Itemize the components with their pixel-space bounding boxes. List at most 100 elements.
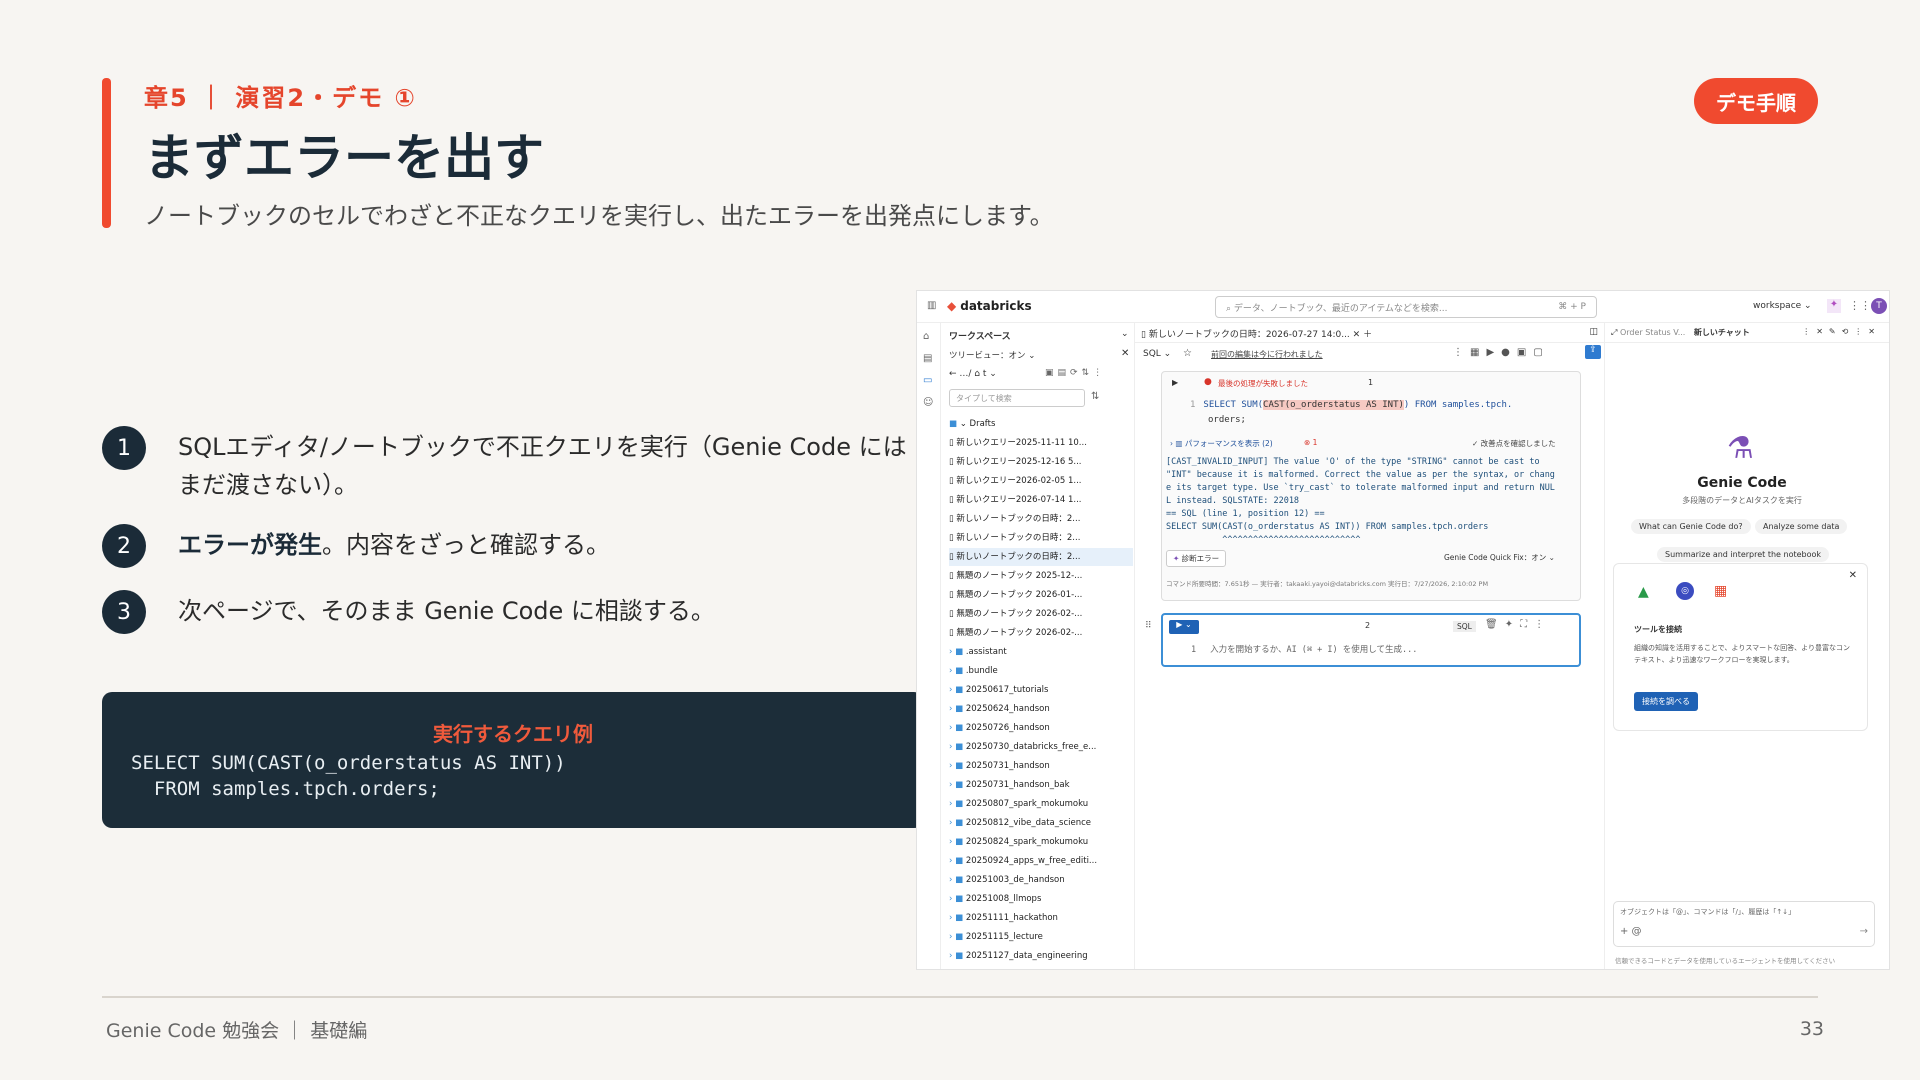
cell-toolbar-icons[interactable]: 🗑✦⛶⋮ <box>1485 619 1551 630</box>
tree-file[interactable]: ▯ 新しいノートブックの日時：2... <box>949 548 1133 566</box>
genie-tab-2[interactable]: 新しいチャット <box>1694 328 1750 337</box>
diagnose-error-button[interactable]: ✦ 診断エラー <box>1166 550 1227 567</box>
run-cell-button[interactable]: ▶ ⌄ <box>1169 620 1199 634</box>
run-cell-icon[interactable]: ▶ <box>1172 378 1178 387</box>
tree-file[interactable]: ▯ 新しいクエリー2025-12-16 5... <box>949 453 1133 471</box>
tree-folder[interactable]: › ■ 20251003_de_handson <box>949 871 1133 889</box>
close-icon[interactable]: ✕ <box>1121 348 1129 359</box>
notebook-cell-1[interactable]: ▶ ● 最後の処理が失敗しました 1 1 SELECT SUM(CAST(o_or… <box>1161 371 1581 601</box>
tree-file[interactable]: ▯ 無題のノートブック 2026-02-... <box>949 605 1133 623</box>
quickfix-toggle[interactable]: Genie Code Quick Fix：オン ⌄ <box>1444 552 1555 563</box>
sidebar-toggle-icon[interactable]: ▥ <box>927 300 936 311</box>
share-icon[interactable]: ⇪ <box>1585 345 1601 359</box>
suggestion-chip[interactable]: What can Genie Code do? <box>1631 519 1751 534</box>
genie-tab-1[interactable]: Order Status V... <box>1620 328 1685 337</box>
filter-settings-icon[interactable]: ⇅ <box>1091 391 1099 402</box>
step-number: 2 <box>102 524 146 568</box>
explore-connections-button[interactable]: 接続を調べる <box>1634 692 1698 711</box>
split-view-icon[interactable]: ◫ <box>1589 327 1598 337</box>
connect-description: 組織の知識を活用することで、よりスマートな回答、より豊富なコンテキスト、より迅速… <box>1634 644 1851 664</box>
genie-tab-icons[interactable]: ⋮✕✎⟲⋮✕ <box>1802 327 1881 336</box>
folder-icon: › ■ <box>949 913 966 923</box>
tree-view-toggle[interactable]: ツリービュー：オン ⌄ <box>949 349 1035 361</box>
tree-folder[interactable]: › ■ .assistant <box>949 643 1133 661</box>
tree-folder[interactable]: ■ ⌄ Drafts <box>949 415 1133 433</box>
folder-icon: › ■ <box>949 666 966 676</box>
genie-chat-input[interactable]: オブジェクトは「@」、コマンドは「/」、履歴は「↑↓」 + @ → <box>1613 901 1875 947</box>
send-icon[interactable]: → <box>1860 926 1868 937</box>
folder-icon: ■ <box>949 419 960 429</box>
tree-item-label: .bundle <box>965 666 998 676</box>
notebook-toolbar-icons[interactable]: ⋮▦▶●▣▢ <box>1453 347 1550 358</box>
cell-input[interactable]: 1 入力を開始するか、AI (⌘ + I) を使用して生成... <box>1191 643 1417 655</box>
tree-item-label: 20250924_apps_w_free_editi... <box>965 856 1098 866</box>
folder-icon: › ■ <box>949 894 966 904</box>
cell-language[interactable]: SQL <box>1453 621 1476 632</box>
drag-handle-icon[interactable]: ⠿ <box>1145 621 1152 631</box>
search-placeholder: データ、ノートブック、最近のアイテムなどを検索... <box>1233 304 1448 314</box>
tree-folder[interactable]: › ■ 20251127_data_engineering <box>949 947 1133 965</box>
performance-toggle[interactable]: › ▥ パフォーマンスを表示 (2) <box>1170 438 1273 449</box>
tree-folder[interactable]: › ■ 20250731_handson_bak <box>949 776 1133 794</box>
tree-item-label: 20251115_lecture <box>965 932 1043 942</box>
tree-file[interactable]: ▯ 新しいクエリー2026-02-05 1... <box>949 472 1133 490</box>
tree-folder[interactable]: › ■ 20250617_tutorials <box>949 681 1133 699</box>
step-text: SQLエディタ/ノートブックで不正クエリを実行（Genie Code にはまだ渡… <box>178 433 907 499</box>
notebook-tab[interactable]: 新しいノートブックの日時：2026-07-27 14:0... <box>1149 330 1350 340</box>
expand-icon[interactable]: ⤢ <box>1611 328 1620 337</box>
panel-icon[interactable]: ▤ <box>923 353 935 365</box>
tree-folder[interactable]: › ■ 20250624_handson <box>949 700 1133 718</box>
tree-file[interactable]: ▯ 新しいノートブックの日時：2... <box>949 510 1133 528</box>
tree-file[interactable]: ▯ 新しいクエリー2026-07-14 1... <box>949 491 1133 509</box>
tree-file[interactable]: ▯ 新しいノートブックの日時：2... <box>949 529 1133 547</box>
people-icon[interactable]: ☺ <box>923 397 935 409</box>
chevron-down-icon[interactable]: ⌄ <box>1121 329 1129 339</box>
close-icon[interactable]: ✕ <box>1849 570 1857 581</box>
workspace-folder-icon[interactable]: ▭ <box>923 375 935 387</box>
toolbar-icons[interactable]: ▣▤⟳⇅⋮ <box>1045 368 1106 378</box>
tree-folder[interactable]: › ■ 20250824_spark_mokumoku <box>949 833 1133 851</box>
last-edit-link[interactable]: 前回の編集は今に行われました <box>1211 349 1323 360</box>
cell-code[interactable]: 1 SELECT SUM(CAST(o_orderstatus AS INT)) … <box>1190 398 1512 428</box>
tree-file[interactable]: ▯ 無題のノートブック 2025-12-... <box>949 567 1133 585</box>
databricks-logo[interactable]: ◆ databricks <box>947 299 1032 313</box>
cell-number: 1 <box>1368 378 1374 387</box>
close-tab-icon[interactable]: ✕ <box>1353 330 1363 340</box>
tree-folder[interactable]: › ■ 20251111_hackathon <box>949 909 1133 927</box>
global-search-input[interactable]: ⌕ データ、ノートブック、最近のアイテムなどを検索... ⌘ + P <box>1215 296 1597 318</box>
tree-item-label: 無題のノートブック 2025-12-... <box>956 571 1083 581</box>
tree-folder[interactable]: › ■ .bundle <box>949 662 1133 680</box>
notebook-cell-2[interactable]: ▶ ⌄ 2 SQL 🗑✦⛶⋮ 1 入力を開始するか、AI (⌘ + I) を使用し… <box>1161 613 1581 667</box>
tree-folder[interactable]: › ■ 20250730_databricks_free_e... <box>949 738 1133 756</box>
attach-mention-icons[interactable]: + @ <box>1620 926 1642 937</box>
workspace-panel-title: ワークスペース <box>949 332 1011 342</box>
databricks-screenshot: ▥ ◆ databricks ⌕ データ、ノートブック、最近のアイテムなどを検索.… <box>916 290 1890 970</box>
tree-folder[interactable]: › ■ 20250924_apps_w_free_editi... <box>949 852 1133 870</box>
tree-folder[interactable]: › ■ 20251008_llmops <box>949 890 1133 908</box>
language-selector[interactable]: SQL ⌄ <box>1143 349 1171 359</box>
tree-file[interactable]: ▯ 無題のノートブック 2026-01-... <box>949 586 1133 604</box>
genie-sparkle-icon[interactable]: ✦ <box>1827 299 1841 313</box>
path-breadcrumb[interactable]: ← …/ ⌂ t ⌄ <box>949 369 997 379</box>
tree-folder[interactable]: › ■ 20250812_vibe_data_science <box>949 814 1133 832</box>
folder-icon: › ■ <box>949 685 966 695</box>
tree-item-label: 無題のノートブック 2026-02-... <box>956 609 1083 619</box>
home-icon[interactable]: ⌂ <box>923 331 935 343</box>
workspace-selector[interactable]: workspace ⌄ <box>1753 301 1812 311</box>
tree-folder[interactable]: › ■ 20250807_spark_mokumoku <box>949 795 1133 813</box>
star-icon[interactable]: ☆ <box>1183 348 1192 359</box>
notebook-icon: ▯ <box>1141 330 1149 340</box>
apps-grid-icon[interactable]: ⋮⋮ <box>1849 299 1871 312</box>
user-avatar[interactable]: T <box>1871 298 1887 314</box>
suggestion-chip[interactable]: Summarize and interpret the notebook <box>1657 547 1830 562</box>
add-tab-icon[interactable]: ＋ <box>1363 330 1372 340</box>
tree-folder[interactable]: › ■ 20250726_handson <box>949 719 1133 737</box>
suggestion-chip[interactable]: Analyze some data <box>1755 519 1848 534</box>
perf-label: パフォーマンスを表示 (2) <box>1184 439 1273 448</box>
tree-folder[interactable]: › ■ 20250731_handson <box>949 757 1133 775</box>
tree-item-label: 20250731_handson <box>965 761 1050 771</box>
tree-filter-input[interactable]: タイプして検索 <box>949 389 1085 407</box>
tree-folder[interactable]: › ■ 20251115_lecture <box>949 928 1133 946</box>
tree-file[interactable]: ▯ 新しいクエリー2025-11-11 10... <box>949 434 1133 452</box>
tree-file[interactable]: ▯ 無題のノートブック 2026-02-... <box>949 624 1133 642</box>
